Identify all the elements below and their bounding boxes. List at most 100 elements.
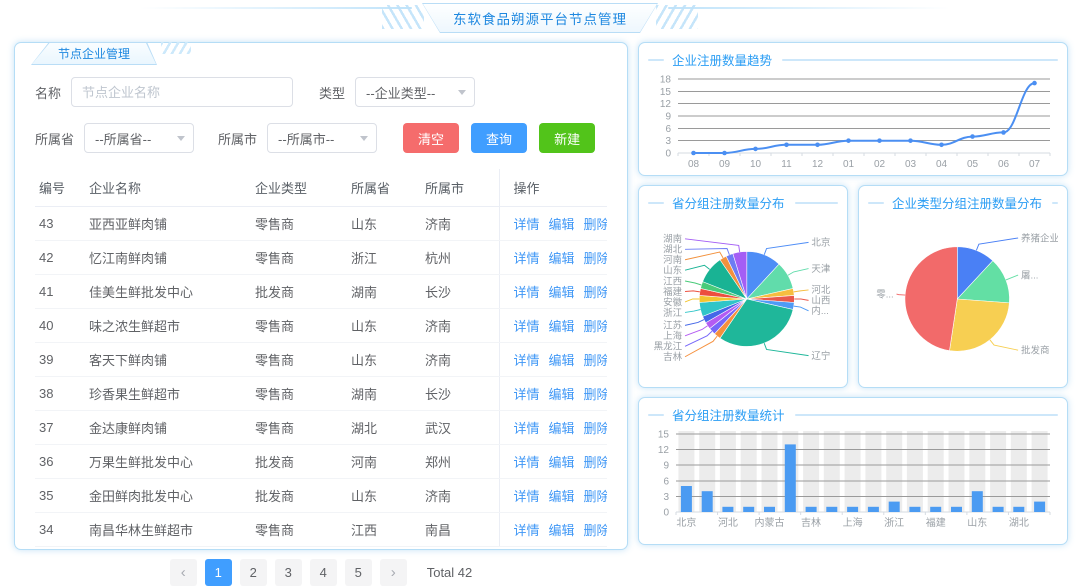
- edit-link[interactable]: 编辑: [549, 285, 575, 300]
- table-row: 41佳美生鲜批发中心批发商湖南长沙详情编辑删除: [35, 275, 607, 309]
- enterprise-table: 编号 企业名称 企业类型 所属省 所属市 操作 43亚西亚鲜肉铺零售商山东济南详…: [35, 169, 607, 547]
- detail-link[interactable]: 详情: [514, 489, 540, 504]
- detail-link[interactable]: 详情: [514, 285, 540, 300]
- page-title: 东软食品朔源平台节点管理: [423, 4, 657, 32]
- svg-text:浙江: 浙江: [884, 517, 904, 529]
- svg-text:10: 10: [750, 159, 762, 170]
- page-button-2[interactable]: 2: [240, 559, 267, 586]
- cell-name: 味之浓生鲜超市: [85, 309, 251, 343]
- chevron-down-icon: [458, 90, 466, 99]
- edit-link[interactable]: 编辑: [549, 489, 575, 504]
- page-button-5[interactable]: 5: [345, 559, 372, 586]
- svg-text:山西: 山西: [811, 296, 830, 307]
- city-label: 所属市: [218, 129, 257, 148]
- delete-link[interactable]: 删除: [584, 353, 607, 368]
- detail-link[interactable]: 详情: [514, 319, 540, 334]
- banner-stripes-left-decoration: [382, 5, 424, 29]
- detail-link[interactable]: 详情: [514, 387, 540, 402]
- svg-text:04: 04: [936, 159, 948, 170]
- table-row: 42忆江南鲜肉铺零售商浙江杭州详情编辑删除: [35, 241, 607, 275]
- delete-link[interactable]: 删除: [584, 489, 607, 504]
- province-statistics-bar-chart: 03691215北京河北内蒙古吉林上海浙江福建山东湖北: [648, 424, 1058, 542]
- detail-link[interactable]: 详情: [514, 421, 540, 436]
- edit-link[interactable]: 编辑: [549, 387, 575, 402]
- svg-text:03: 03: [905, 159, 917, 170]
- detail-link[interactable]: 详情: [514, 455, 540, 470]
- svg-text:15: 15: [658, 430, 670, 441]
- delete-link[interactable]: 删除: [584, 251, 607, 266]
- edit-link[interactable]: 编辑: [549, 251, 575, 266]
- cell-province: 山东: [347, 309, 421, 343]
- detail-link[interactable]: 详情: [514, 523, 540, 538]
- detail-link[interactable]: 详情: [514, 353, 540, 368]
- cell-id: 42: [35, 241, 85, 275]
- pagination: ‹ 12345 › Total 42: [15, 559, 627, 586]
- edit-link[interactable]: 编辑: [549, 217, 575, 232]
- delete-link[interactable]: 删除: [584, 285, 607, 300]
- cell-city: 杭州: [421, 241, 499, 275]
- clear-button[interactable]: 清空: [403, 123, 459, 153]
- delete-link[interactable]: 删除: [584, 319, 607, 334]
- cell-city: 济南: [421, 309, 499, 343]
- registration-trend-line-chart: 0369121518080910111201020304050607: [648, 69, 1058, 173]
- edit-link[interactable]: 编辑: [549, 319, 575, 334]
- city-select[interactable]: --所属市--: [267, 123, 377, 153]
- cell-city: 长沙: [421, 377, 499, 411]
- banner-trapezoid: 东软食品朔源平台节点管理: [422, 3, 658, 33]
- svg-text:吉林: 吉林: [801, 516, 821, 529]
- cell-city: 郑州: [421, 445, 499, 479]
- svg-text:06: 06: [998, 159, 1010, 170]
- cell-name: 金达康鲜肉铺: [85, 411, 251, 445]
- edit-link[interactable]: 编辑: [549, 523, 575, 538]
- page-button-4[interactable]: 4: [310, 559, 337, 586]
- cell-type: 零售商: [251, 343, 347, 377]
- svg-text:安徽: 安徽: [663, 296, 683, 308]
- prev-page-button[interactable]: ‹: [170, 559, 197, 586]
- next-page-button[interactable]: ›: [380, 559, 407, 586]
- chevron-down-icon: [177, 136, 185, 145]
- cell-city: 南昌: [421, 513, 499, 547]
- cell-actions: 详情编辑删除: [499, 479, 607, 513]
- cell-city: 长沙: [421, 275, 499, 309]
- page-button-3[interactable]: 3: [275, 559, 302, 586]
- cell-actions: 详情编辑删除: [499, 275, 607, 309]
- province-select[interactable]: --所属省--: [84, 123, 194, 153]
- name-input[interactable]: [71, 77, 293, 107]
- cell-actions: 详情编辑删除: [499, 241, 607, 275]
- delete-link[interactable]: 删除: [584, 217, 607, 232]
- page-button-1[interactable]: 1: [205, 559, 232, 586]
- province-distribution-pie-chart: 湖南湖北河南山东江西福建安徽浙江江苏上海黑龙江吉林北京天津河北山西内...辽宁: [648, 212, 838, 385]
- cell-city: 济南: [421, 479, 499, 513]
- edit-link[interactable]: 编辑: [549, 455, 575, 470]
- delete-link[interactable]: 删除: [584, 523, 607, 538]
- table-row: 34南昌华林生鲜超市零售商江西南昌详情编辑删除: [35, 513, 607, 547]
- search-button[interactable]: 查询: [471, 123, 527, 153]
- svg-text:9: 9: [663, 461, 669, 472]
- svg-text:上海: 上海: [663, 330, 683, 342]
- svg-text:08: 08: [688, 159, 700, 170]
- detail-link[interactable]: 详情: [514, 217, 540, 232]
- svg-text:吉林: 吉林: [663, 351, 683, 363]
- edit-link[interactable]: 编辑: [549, 353, 575, 368]
- cell-id: 37: [35, 411, 85, 445]
- enterprise-type-pie-chart: 零...养猪企业屠...批发商: [868, 212, 1058, 385]
- svg-text:北京: 北京: [811, 237, 830, 249]
- delete-link[interactable]: 删除: [584, 387, 607, 402]
- cell-type: 批发商: [251, 479, 347, 513]
- svg-text:辽宁: 辽宁: [811, 350, 830, 362]
- banner-stripes-right-decoration: [656, 5, 698, 29]
- cell-name: 客天下鲜肉铺: [85, 343, 251, 377]
- type-select[interactable]: --企业类型--: [355, 77, 475, 107]
- delete-link[interactable]: 删除: [584, 421, 607, 436]
- cell-province: 山东: [347, 207, 421, 241]
- cell-province: 湖南: [347, 377, 421, 411]
- detail-link[interactable]: 详情: [514, 251, 540, 266]
- create-button[interactable]: 新建: [539, 123, 595, 153]
- edit-link[interactable]: 编辑: [549, 421, 575, 436]
- cell-actions: 详情编辑删除: [499, 411, 607, 445]
- header-type: 企业类型: [251, 169, 347, 207]
- trend-chart-title: 企业注册数量趋势: [648, 50, 1058, 69]
- delete-link[interactable]: 删除: [584, 455, 607, 470]
- cell-type: 零售商: [251, 207, 347, 241]
- svg-text:江苏: 江苏: [663, 320, 683, 332]
